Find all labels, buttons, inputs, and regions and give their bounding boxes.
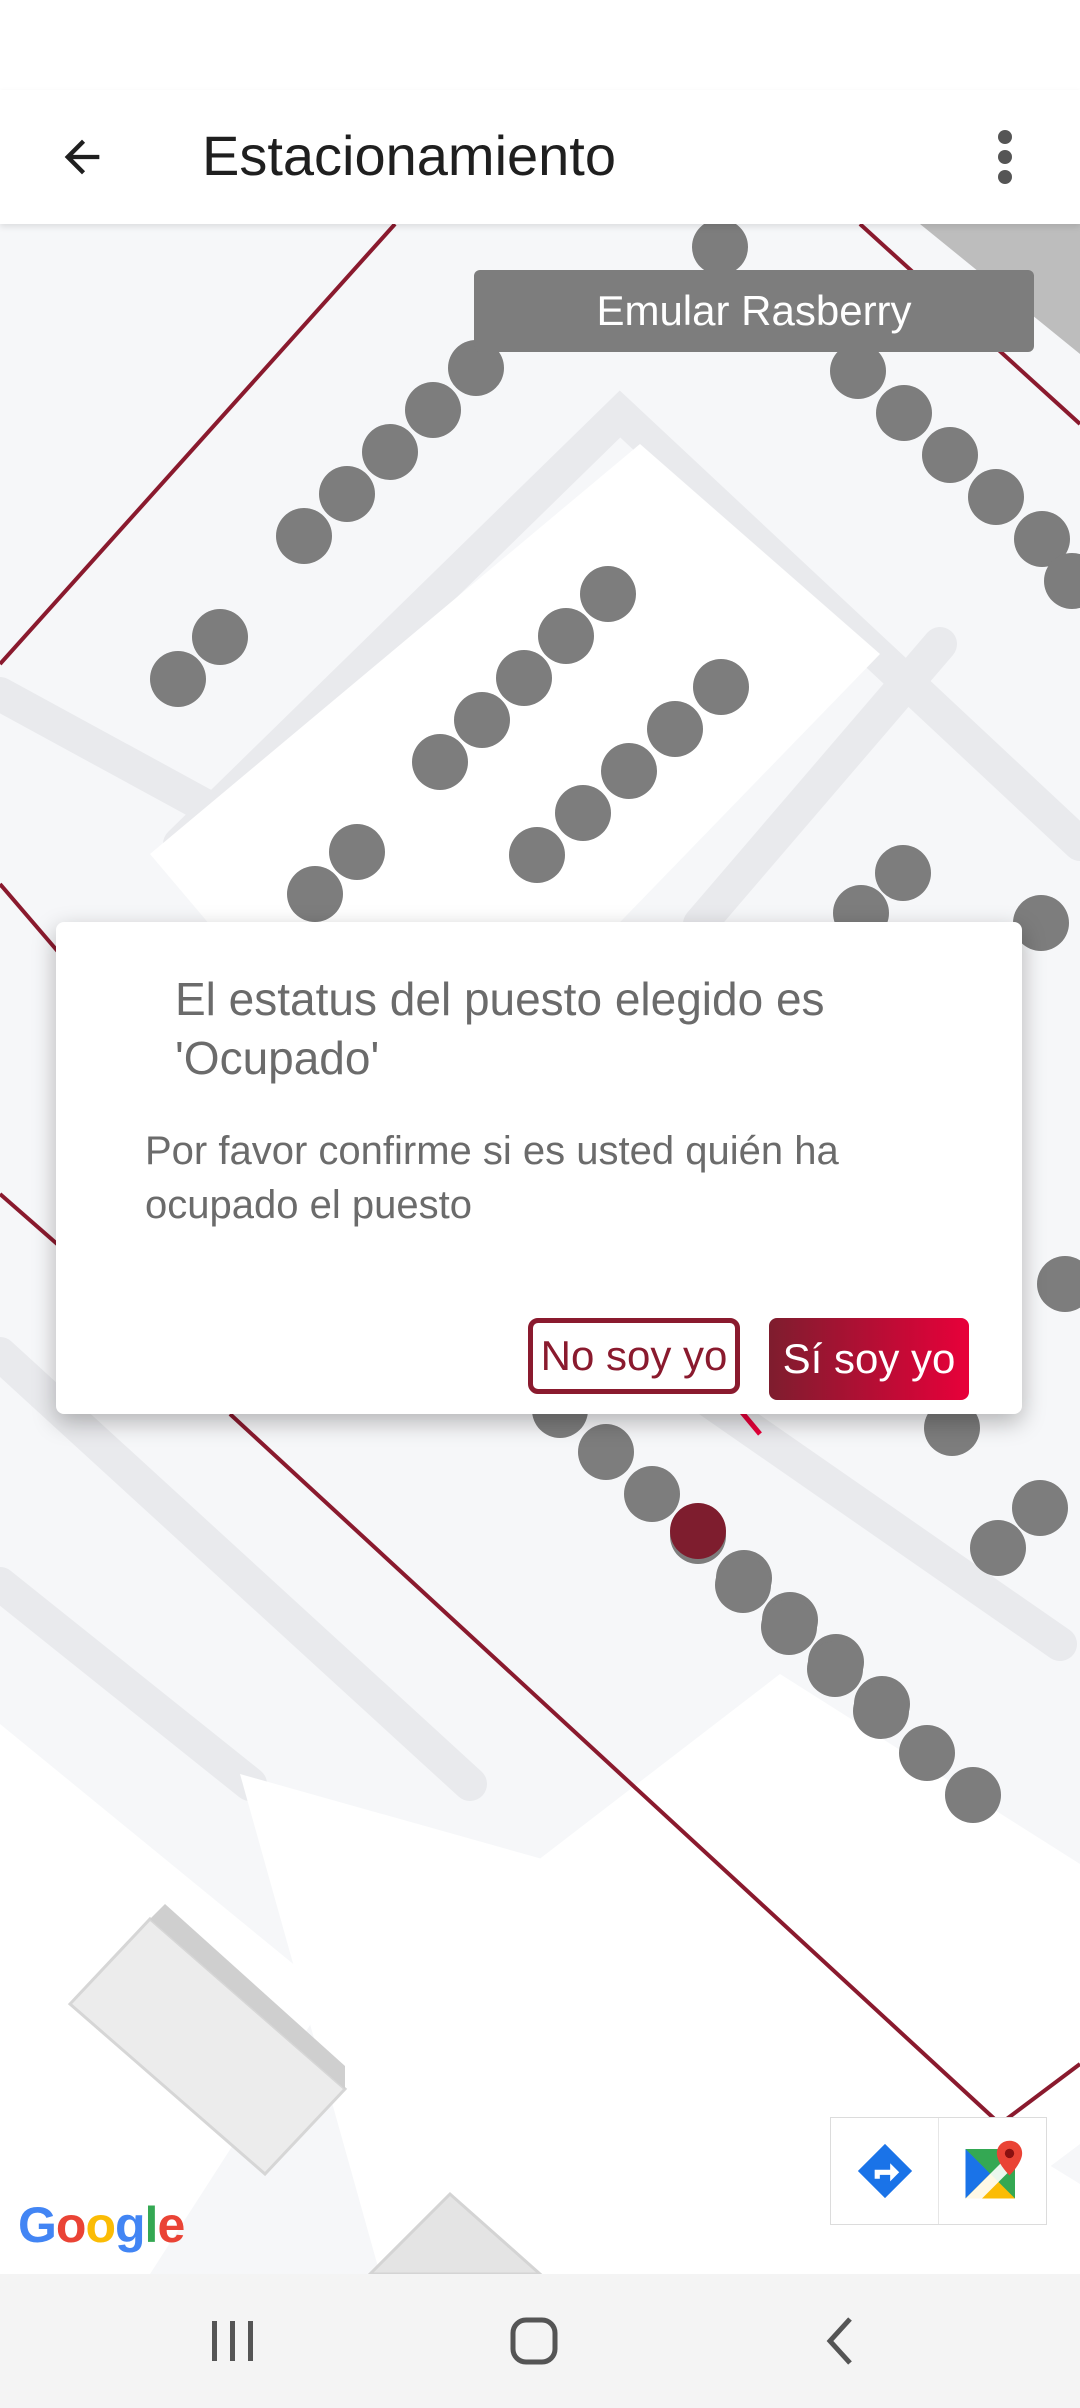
parking-spot-free[interactable] (624, 1466, 680, 1522)
parking-spot-free[interactable] (968, 469, 1024, 525)
parking-spot-free[interactable] (945, 1767, 1001, 1823)
parking-spot-free[interactable] (715, 1557, 771, 1613)
parking-spot-free[interactable] (319, 466, 375, 522)
parking-spot-free[interactable] (601, 743, 657, 799)
parking-spot-free[interactable] (555, 785, 611, 841)
parking-spot-free[interactable] (899, 1725, 955, 1781)
parking-spot-free[interactable] (970, 1520, 1026, 1576)
parking-spot-free[interactable] (761, 1599, 817, 1655)
si-soy-yo-button[interactable]: Sí soy yo (769, 1318, 969, 1400)
parking-spot-free[interactable] (875, 845, 931, 901)
parking-spot-free[interactable] (454, 692, 510, 748)
parking-spot-free[interactable] (647, 701, 703, 757)
overflow-menu-button[interactable] (975, 115, 1035, 199)
parking-spot-free[interactable] (509, 827, 565, 883)
parking-spot-free[interactable] (405, 382, 461, 438)
parking-spot-free[interactable] (287, 866, 343, 922)
emular-rasberry-button[interactable]: Emular Rasberry (474, 270, 1034, 352)
parking-spot-free[interactable] (192, 609, 248, 665)
parking-spot-free[interactable] (807, 1641, 863, 1697)
arrow-left-icon (64, 139, 100, 175)
directions-icon (857, 2143, 912, 2199)
parking-spot-free[interactable] (538, 608, 594, 664)
parking-spot-free[interactable] (876, 385, 932, 441)
dialog-message: Por favor confirme si es usted quién ha … (145, 1129, 839, 1227)
dialog-title: El estatus del puesto elegido es 'Ocupad… (175, 973, 825, 1084)
status-bar (0, 0, 1080, 90)
directions-button[interactable] (831, 2118, 938, 2224)
google-maps-icon (965, 2140, 1022, 2199)
parking-spot-selected[interactable] (670, 1503, 726, 1559)
parking-spot-free[interactable] (362, 424, 418, 480)
google-logo: Google (18, 2197, 185, 2253)
app-bar: Estacionamiento (0, 90, 1080, 224)
parking-spot-free[interactable] (853, 1683, 909, 1739)
recents-icon (212, 2321, 253, 2361)
system-navigation-bar (0, 2274, 1080, 2408)
status-confirm-dialog: El estatus del puesto elegido es 'Ocupad… (56, 922, 1022, 1414)
parking-spot-free[interactable] (276, 508, 332, 564)
open-google-maps-button[interactable] (938, 2118, 1046, 2224)
parking-spot-free[interactable] (150, 651, 206, 707)
parking-spot-free[interactable] (1012, 1480, 1068, 1536)
parking-spot-free[interactable] (922, 427, 978, 483)
nav-back-icon (826, 2317, 852, 2365)
parking-spot-free[interactable] (412, 734, 468, 790)
parking-spot-free[interactable] (496, 650, 552, 706)
home-icon (510, 2317, 558, 2365)
parking-spot-free[interactable] (329, 824, 385, 880)
page-title: Estacionamiento (202, 124, 617, 187)
no-soy-yo-button[interactable]: No soy yo (528, 1318, 740, 1394)
more-vert-icon (998, 130, 1012, 184)
map-toolbar (830, 2117, 1047, 2225)
recents-button[interactable] (173, 2294, 293, 2388)
parking-spot-free[interactable] (693, 659, 749, 715)
parking-spot-free[interactable] (580, 566, 636, 622)
back-button[interactable] (40, 115, 124, 199)
nav-back-button[interactable] (780, 2294, 900, 2388)
parking-spot-free[interactable] (578, 1424, 634, 1480)
home-button[interactable] (474, 2294, 594, 2388)
